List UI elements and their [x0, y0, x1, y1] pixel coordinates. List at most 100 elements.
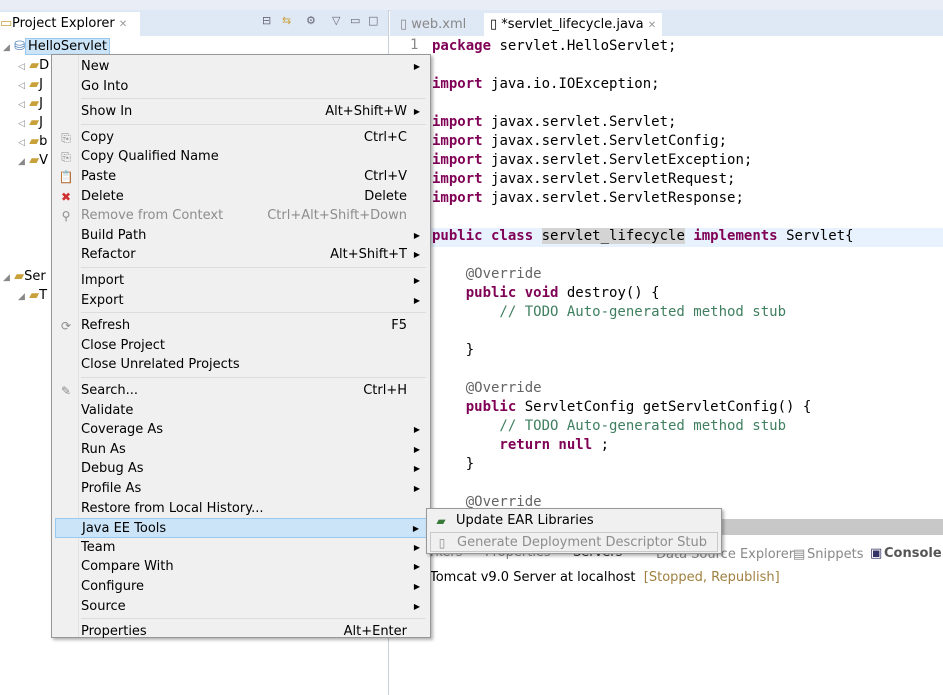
collapse-all-icon[interactable]: ⊟	[262, 14, 271, 27]
refresh-icon: ⟳	[60, 319, 72, 334]
menu-item-compare-with[interactable]: Compare With ▶	[55, 557, 427, 577]
tab-label: *servlet_lifecycle.java	[501, 17, 644, 32]
filter-icon[interactable]: ⚙	[306, 14, 316, 27]
folder-icon: ▰	[29, 153, 40, 168]
close-icon[interactable]: ✕	[648, 20, 656, 31]
server-status: [Stopped, Republish]	[643, 570, 780, 585]
code-line: public class servlet_lifecycle implement…	[432, 227, 854, 246]
submenu-arrow-icon: ▶	[413, 464, 420, 474]
menu-item-go-into[interactable]: Go Into	[55, 77, 427, 97]
menu-item-refactor[interactable]: Refactor Alt+Shift+T ▶	[55, 245, 427, 265]
menu-item-shortcut: Alt+Shift+T	[330, 247, 407, 263]
menu-item-close-unrelated-projects[interactable]: Close Unrelated Projects	[55, 355, 427, 375]
menu-item-label: Update EAR Libraries	[456, 513, 594, 528]
paste-icon: 📋	[58, 170, 74, 184]
project-label: HelloServlet	[24, 38, 110, 55]
code-line: import javax.servlet.ServletConfig;	[432, 132, 727, 151]
expand-icon[interactable]: ◁	[18, 138, 25, 148]
menu-separator	[81, 267, 426, 268]
code-token: java.io.IOException;	[491, 76, 660, 92]
folder-icon: ▰	[29, 288, 40, 303]
menu-item-label: Profile As	[81, 481, 142, 496]
menu-item-label: Search...	[81, 383, 139, 398]
menu-item-debug-as[interactable]: Debug As ▶	[55, 459, 427, 479]
menu-item-label: Close Unrelated Projects	[81, 357, 240, 373]
expand-icon[interactable]: ◢	[3, 273, 10, 283]
tab-snippets[interactable]: Snippets	[807, 547, 863, 562]
link-editor-icon[interactable]: ⇆	[282, 14, 291, 27]
menu-item-properties[interactable]: Properties Alt+Enter	[55, 622, 427, 642]
menu-item-restore-from-local-history[interactable]: Restore from Local History...	[55, 499, 427, 519]
menu-item-generate-deployment-descriptor[interactable]: ▯ Generate Deployment Descriptor Stub	[430, 532, 718, 552]
tree-item[interactable]: ◢ ▰V	[18, 152, 48, 171]
project-icon: ⛁	[14, 39, 25, 54]
expand-icon[interactable]: ◁	[18, 62, 25, 72]
code-token: servlet.HelloServlet;	[499, 38, 677, 54]
menu-item-team[interactable]: Team ▶	[55, 538, 427, 558]
folder-icon: ▰	[29, 58, 40, 73]
menu-item-label: Show In	[81, 104, 133, 120]
expand-icon[interactable]: ◢	[18, 157, 25, 167]
menu-item-java-ee-tools[interactable]: Java EE Tools ▶	[55, 518, 427, 539]
tree-item[interactable]: ◁ ▰D	[18, 57, 49, 76]
menu-item-copy-qualified-name[interactable]: ⎘ Copy Qualified Name	[55, 147, 427, 167]
menu-separator	[81, 98, 426, 100]
menu-item-paste[interactable]: 📋 Paste Ctrl+V	[55, 167, 427, 187]
menu-item-source[interactable]: Source ▶	[55, 597, 427, 617]
menu-item-label: Paste	[81, 169, 117, 184]
tree-item[interactable]: ◢ ▰Ser	[3, 268, 46, 287]
menu-item-copy[interactable]: ⎘ Copy Ctrl+C	[55, 128, 427, 148]
menu-item-show-in[interactable]: Show In Alt+Shift+W ▶	[55, 102, 427, 122]
menu-item-remove-from-context[interactable]: ⚲ Remove from Context Ctrl+Alt+Shift+Down	[55, 206, 427, 226]
close-icon[interactable]: ✕	[119, 19, 127, 30]
editor-tab-web-xml[interactable]: ▯ web.xml	[394, 13, 472, 36]
expand-icon[interactable]: ◢	[18, 292, 25, 302]
tab-console[interactable]: Console	[884, 546, 942, 561]
menu-item-export[interactable]: Export ▶	[55, 291, 427, 311]
code-token: javax.servlet.ServletRequest;	[491, 171, 736, 187]
xml-file-icon: ▯	[400, 17, 408, 32]
tree-item[interactable]: ◁ ▰J	[18, 114, 43, 133]
menu-item-profile-as[interactable]: Profile As ▶	[55, 479, 427, 499]
code-token: package	[432, 38, 492, 54]
expand-icon[interactable]: ◁	[18, 81, 25, 91]
menu-item-search[interactable]: ✎ Search... Ctrl+H	[55, 381, 427, 401]
menu-item-delete[interactable]: ✖ Delete Delete	[55, 187, 427, 207]
tree-item[interactable]: ◁ ▰J	[18, 76, 43, 95]
menu-item-coverage-as[interactable]: Coverage As ▶	[55, 420, 427, 440]
code-token: // TODO Auto-generated method stub	[432, 304, 787, 320]
menu-item-close-project[interactable]: Close Project	[55, 336, 427, 356]
code-editor[interactable]: package servlet.HelloServlet; 1 import jav…	[390, 36, 943, 520]
project-explorer-tab[interactable]: ▭ Project Explorer ✕	[0, 12, 140, 36]
view-menu-icon[interactable]: ▽	[332, 14, 340, 27]
menu-item-refresh[interactable]: ⟳ Refresh F5	[55, 316, 427, 336]
expand-icon[interactable]: ◁	[18, 100, 25, 110]
folder-icon: ▰	[29, 77, 40, 92]
menu-item-import[interactable]: Import ▶	[55, 271, 427, 291]
editor-tab-servlet-lifecycle[interactable]: ▯ *servlet_lifecycle.java ✕	[484, 13, 663, 36]
code-token: public void	[432, 285, 559, 301]
menu-item-build-path[interactable]: Build Path ▶	[55, 226, 427, 246]
menu-item-shortcut: Alt+Shift+W	[325, 104, 407, 120]
menu-item-label: Copy	[81, 129, 114, 145]
server-row[interactable]: Tomcat v9.0 Server at localhost [Stopped…	[430, 569, 780, 587]
menu-separator	[81, 312, 426, 314]
submenu-arrow-icon: ▶	[413, 582, 420, 591]
minimize-icon[interactable]: ▭	[350, 14, 360, 27]
menu-item-configure[interactable]: Configure ▶	[55, 577, 427, 597]
tree-item[interactable]: ◁ ▰b	[18, 133, 47, 152]
tree-item[interactable]: ◁ ▰J	[18, 95, 43, 114]
code-line: @Override	[432, 265, 542, 284]
submenu-arrow-icon: ▶	[413, 276, 420, 285]
expand-icon[interactable]: ◁	[18, 119, 25, 129]
menu-item-new[interactable]: New ▶	[55, 57, 427, 77]
menu-item-validate[interactable]: Validate	[55, 401, 427, 421]
code-token: import	[432, 76, 483, 92]
menu-item-update-ear-libraries[interactable]: ▰ Update EAR Libraries	[430, 511, 718, 531]
menu-item-run-as[interactable]: Run As ▶	[55, 440, 427, 460]
menu-item-label: Copy Qualified Name	[81, 149, 219, 165]
code-token: }	[432, 456, 475, 472]
maximize-icon[interactable]: □	[368, 14, 378, 27]
menu-item-shortcut: Delete	[364, 188, 407, 204]
tree-item[interactable]: ◢ ▰T	[18, 287, 47, 306]
